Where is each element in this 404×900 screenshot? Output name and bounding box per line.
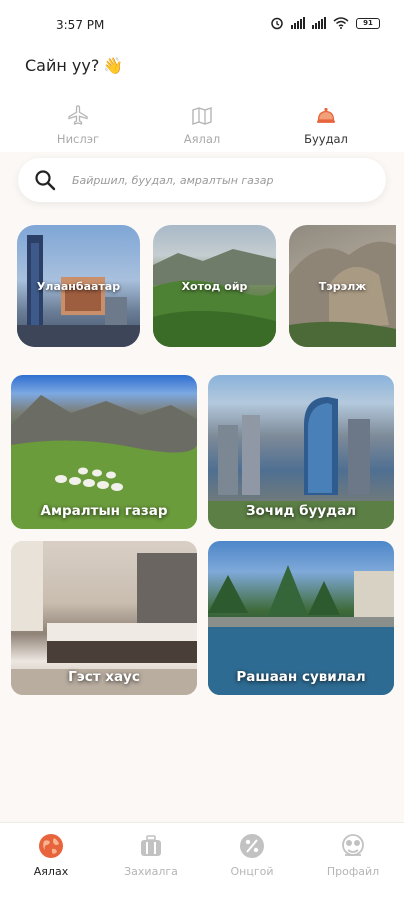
city-label: Улаанбаатар — [36, 280, 121, 293]
city-card-ulaanbaatar[interactable]: Улаанбаатар — [17, 225, 140, 347]
tab-flights[interactable]: Нислэг — [33, 104, 123, 146]
plane-icon — [33, 104, 123, 128]
percent-icon — [212, 833, 292, 859]
category-label: Зочид буудал — [245, 503, 357, 519]
alarm-icon — [271, 17, 283, 30]
tab-flights-label: Нислэг — [56, 132, 100, 146]
search-input[interactable] — [72, 169, 372, 191]
category-card-hotel[interactable]: Зочид буудал — [208, 375, 394, 529]
nav-profile[interactable]: Профайл — [313, 833, 393, 878]
signal-icon — [291, 17, 305, 29]
nav-deals-label: Онцгой — [230, 865, 274, 878]
tab-trips[interactable]: Аялал — [157, 104, 247, 146]
greeting: Сайн уу? 👋 — [25, 56, 123, 75]
greeting-text: Сайн уу? — [25, 56, 100, 75]
tab-hotels-label: Буудал — [304, 132, 348, 146]
category-card-guesthouse[interactable]: Гэст хаус — [11, 541, 197, 695]
map-icon — [157, 104, 247, 128]
category-card-spa[interactable]: Рашаан сувилал — [208, 541, 394, 695]
category-label: Амралтын газар — [40, 503, 168, 519]
globe-icon — [11, 833, 91, 859]
category-label: Гэст хаус — [68, 669, 140, 685]
search-bar[interactable] — [18, 158, 386, 202]
tab-trips-label: Аялал — [183, 132, 221, 146]
city-card-terelj[interactable]: Тэрэлж — [289, 225, 396, 347]
nav-explore-label: Аялах — [33, 865, 69, 878]
nav-explore[interactable]: Аялах — [11, 833, 91, 878]
nav-profile-label: Профайл — [326, 865, 380, 878]
signal-icon — [312, 17, 326, 29]
nav-deals[interactable]: Онцгой — [212, 833, 292, 878]
category-label: Рашаан сувилал — [236, 669, 366, 685]
category-card-resort[interactable]: Амралтын газар — [11, 375, 197, 529]
briefcase-icon — [111, 833, 191, 859]
status-bar: 3:57 PM 91 — [0, 14, 404, 36]
nav-bookings[interactable]: Захиалга — [111, 833, 191, 878]
bell-icon — [281, 104, 371, 128]
status-time: 3:57 PM — [56, 18, 105, 32]
service-tabs: Нислэг Аялал Буудал — [0, 104, 404, 150]
wifi-icon — [333, 17, 349, 29]
bottom-navigation: Аялах Захиалга Онцгой Профайл — [0, 822, 404, 900]
city-card-near-city[interactable]: Хотод ойр — [153, 225, 276, 347]
city-label: Тэрэлж — [318, 280, 367, 293]
tab-hotels[interactable]: Буудал — [281, 104, 371, 146]
battery-icon: 91 — [356, 17, 380, 29]
nav-bookings-label: Захиалга — [124, 865, 178, 878]
search-icon — [35, 170, 56, 191]
profile-icon — [313, 833, 393, 859]
city-label: Хотод ойр — [181, 280, 248, 293]
header-area: 3:57 PM 91 Сайн уу? 👋 Нислэг Аялал Бууда… — [0, 0, 404, 152]
wave-emoji-icon: 👋 — [103, 56, 124, 75]
